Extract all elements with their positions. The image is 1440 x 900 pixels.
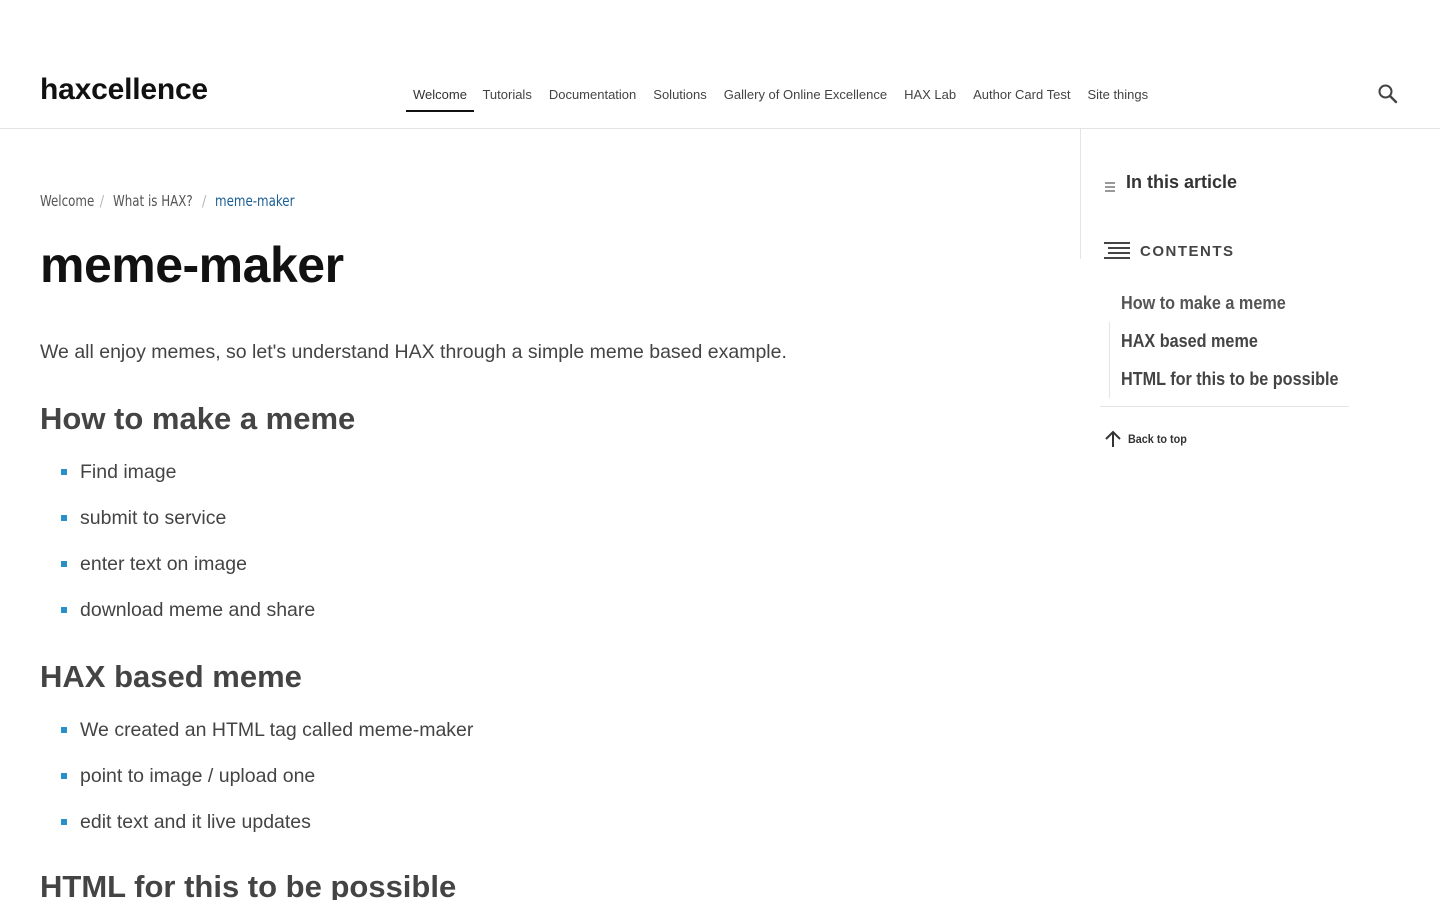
bullet-icon bbox=[61, 727, 67, 733]
table-of-contents: How to make a meme HAX based meme HTML f… bbox=[1121, 288, 1363, 402]
breadcrumb-item-welcome[interactable]: Welcome bbox=[40, 192, 94, 210]
list-item: submit to service bbox=[60, 505, 315, 551]
search-icon bbox=[1378, 84, 1398, 104]
toc-item-hax-based[interactable]: HAX based meme bbox=[1121, 326, 1363, 364]
bullet-list-hax-based: We created an HTML tag called meme-maker… bbox=[60, 717, 473, 855]
back-to-top-label: Back to top bbox=[1128, 432, 1187, 446]
bullet-icon bbox=[61, 469, 67, 475]
bullet-icon bbox=[61, 607, 67, 613]
breadcrumb-separator: / bbox=[201, 192, 207, 210]
list-item: download meme and share bbox=[60, 597, 315, 643]
toc-item-html-possible[interactable]: HTML for this to be possible bbox=[1121, 364, 1363, 402]
bullet-icon bbox=[61, 819, 67, 825]
toc-indent-border bbox=[1109, 322, 1110, 398]
nav-item-solutions[interactable]: Solutions bbox=[645, 80, 715, 112]
in-this-article-heading: In this article bbox=[1104, 172, 1237, 193]
bullet-icon bbox=[61, 515, 67, 521]
intro-paragraph: We all enjoy memes, so let's understand … bbox=[40, 341, 787, 363]
section-heading-html-possible: HTML for this to be possible bbox=[40, 869, 457, 900]
toc-lines-icon bbox=[1104, 242, 1130, 259]
site-logo[interactable]: haxcellence bbox=[40, 73, 208, 107]
toc-item-label: HAX based meme bbox=[1121, 331, 1258, 351]
nav-item-welcome[interactable]: Welcome bbox=[406, 80, 474, 112]
nav-item-documentation[interactable]: Documentation bbox=[540, 80, 644, 112]
bullet-icon bbox=[61, 561, 67, 567]
nav-item-gallery[interactable]: Gallery of Online Excellence bbox=[715, 80, 895, 112]
search-button[interactable] bbox=[1376, 82, 1400, 106]
nav-item-tutorials[interactable]: Tutorials bbox=[474, 80, 540, 112]
bullet-list-how-to-make: Find image submit to service enter text … bbox=[60, 459, 315, 643]
list-item: point to image / upload one bbox=[60, 763, 473, 809]
list-item: enter text on image bbox=[60, 551, 315, 597]
list-item-text: download meme and share bbox=[80, 599, 316, 621]
toc-item-how-to-make[interactable]: How to make a meme bbox=[1121, 288, 1363, 326]
list-item-text: point to image / upload one bbox=[80, 765, 316, 787]
top-nav: Welcome Tutorials Documentation Solution… bbox=[406, 80, 1157, 112]
back-to-top-button[interactable]: Back to top bbox=[1104, 430, 1193, 448]
breadcrumb-item-current[interactable]: meme-maker bbox=[215, 192, 294, 210]
site-header: haxcellence Welcome Tutorials Documentat… bbox=[0, 0, 1440, 129]
bullet-icon bbox=[61, 773, 67, 779]
nav-item-hax-lab[interactable]: HAX Lab bbox=[896, 80, 965, 112]
toc-divider bbox=[1100, 406, 1349, 407]
contents-heading: CONTENTS bbox=[1103, 240, 1235, 262]
page-title: meme-maker bbox=[40, 237, 344, 293]
list-lines-icon bbox=[1104, 177, 1116, 192]
nav-item-site-things[interactable]: Site things bbox=[1079, 80, 1157, 112]
list-item: We created an HTML tag called meme-maker bbox=[60, 717, 473, 763]
list-item: Find image bbox=[60, 459, 315, 505]
toc-item-label: HTML for this to be possible bbox=[1121, 369, 1339, 389]
breadcrumb-item-what-is-hax[interactable]: What is HAX? bbox=[113, 192, 193, 210]
arrow-up-icon bbox=[1105, 430, 1121, 447]
breadcrumb-separator: / bbox=[99, 192, 105, 210]
list-item-text: We created an HTML tag called meme-maker bbox=[80, 719, 474, 741]
section-heading-hax-based: HAX based meme bbox=[40, 659, 302, 694]
toc-item-label: How to make a meme bbox=[1121, 293, 1286, 313]
list-item-text: edit text and it live updates bbox=[80, 811, 311, 833]
list-item-text: enter text on image bbox=[80, 553, 247, 575]
breadcrumb: Welcome / What is HAX? / meme-maker bbox=[40, 192, 306, 210]
nav-item-author-card-test[interactable]: Author Card Test bbox=[965, 80, 1079, 112]
list-item: edit text and it live updates bbox=[60, 809, 473, 855]
in-this-article-label: In this article bbox=[1126, 172, 1238, 192]
list-item-text: submit to service bbox=[80, 507, 227, 529]
contents-label: CONTENTS bbox=[1140, 242, 1235, 260]
sidebar-divider bbox=[1080, 129, 1081, 259]
section-heading-how-to-make: How to make a meme bbox=[40, 401, 356, 436]
list-item-text: Find image bbox=[80, 461, 177, 483]
